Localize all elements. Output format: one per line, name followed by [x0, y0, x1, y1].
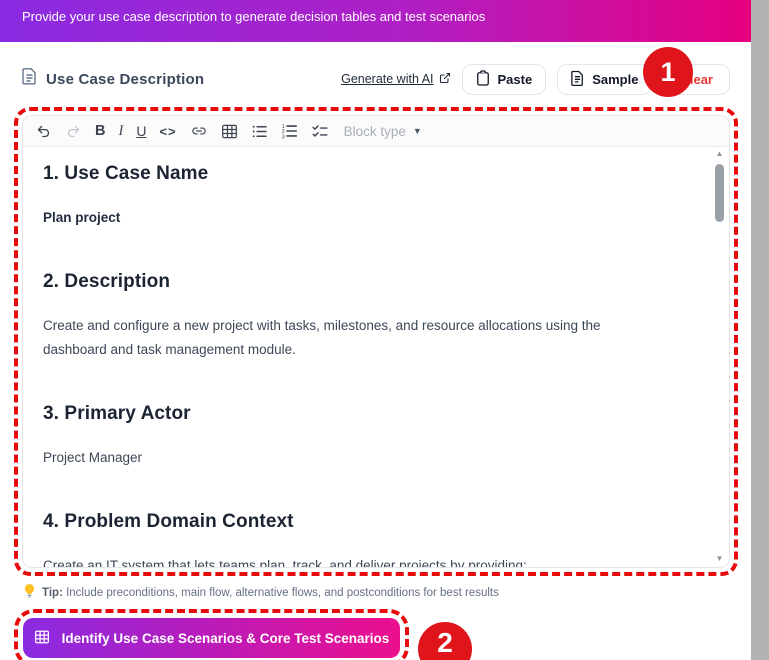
insert-table-icon[interactable] — [221, 124, 238, 139]
editor-toolbar: B I U <> — [23, 116, 729, 147]
page-title-label: Use Case Description — [46, 71, 204, 88]
clipboard-icon — [476, 70, 490, 89]
bold-button[interactable]: B — [95, 123, 105, 139]
redo-button[interactable] — [65, 124, 82, 139]
lightbulb-icon — [24, 584, 35, 601]
tip-label: Tip: — [42, 587, 63, 599]
identify-scenarios-button[interactable]: Identify Use Case Scenarios & Core Test … — [23, 618, 400, 658]
scroll-up-icon[interactable]: ▲ — [713, 149, 726, 159]
bullet-list-icon[interactable] — [251, 124, 268, 139]
code-button[interactable]: <> — [159, 124, 176, 139]
document-icon — [22, 68, 37, 90]
tip-text: Tip: Include preconditions, main flow, a… — [42, 587, 499, 599]
editor-content[interactable]: 1. Use Case Name Plan project 2. Descrip… — [23, 163, 729, 568]
check-list-icon[interactable] — [311, 124, 329, 139]
banner-text: Provide your use case description to gen… — [22, 9, 485, 24]
section-body: Create and configure a new project with … — [43, 314, 643, 362]
scrollbar-thumb[interactable] — [715, 164, 724, 222]
generate-with-ai-link[interactable]: Generate with AI — [341, 72, 450, 87]
external-link-icon — [439, 72, 451, 87]
generate-with-ai-label: Generate with AI — [341, 72, 433, 86]
paste-button[interactable]: Paste — [462, 64, 547, 95]
section-heading: 3. Primary Actor — [43, 403, 709, 425]
svg-text:3: 3 — [281, 134, 284, 139]
section-heading: 2. Description — [43, 271, 709, 293]
app-window: Provide your use case description to gen… — [0, 0, 769, 660]
annotation-badge-1: 1 — [643, 47, 693, 97]
section-body: Plan project — [43, 206, 643, 230]
chevron-down-icon: ▼ — [413, 126, 422, 136]
editor-scrollbar[interactable]: ▲ ▼ — [713, 149, 726, 564]
section-body: Project Manager — [43, 446, 643, 470]
annotation-badge-2: 2 — [418, 622, 472, 660]
sample-label: Sample — [592, 72, 638, 87]
scroll-down-icon[interactable]: ▼ — [713, 554, 726, 564]
undo-button[interactable] — [35, 124, 52, 139]
sample-document-icon — [571, 70, 584, 89]
section-header: Use Case Description Generate with AI — [22, 60, 730, 98]
tip-row: Tip: Include preconditions, main flow, a… — [24, 584, 499, 601]
table-icon — [34, 630, 50, 647]
underline-button[interactable]: U — [136, 123, 146, 139]
annotation-box-editor: B I U <> — [14, 107, 738, 576]
numbered-list-icon[interactable]: 1 2 3 — [281, 123, 298, 139]
link-icon[interactable] — [190, 124, 208, 138]
info-banner: Provide your use case description to gen… — [0, 0, 751, 42]
sample-button[interactable]: Sample — [557, 64, 652, 95]
identify-scenarios-label: Identify Use Case Scenarios & Core Test … — [62, 631, 390, 646]
page-title: Use Case Description — [22, 68, 204, 90]
annotation-box-action: Identify Use Case Scenarios & Core Test … — [14, 609, 409, 660]
section-heading: 1. Use Case Name — [43, 163, 709, 185]
paste-label: Paste — [498, 72, 533, 87]
page-scrollbar[interactable] — [751, 0, 769, 660]
section-heading: 4. Problem Domain Context — [43, 511, 709, 533]
block-type-label: Block type — [344, 124, 406, 139]
italic-button[interactable]: I — [118, 123, 123, 140]
tip-body: Include preconditions, main flow, altern… — [66, 587, 499, 599]
block-type-dropdown[interactable]: Block type ▼ — [344, 124, 422, 139]
section-body: Create an IT system that lets teams plan… — [43, 554, 643, 568]
use-case-editor: B I U <> — [22, 115, 730, 568]
